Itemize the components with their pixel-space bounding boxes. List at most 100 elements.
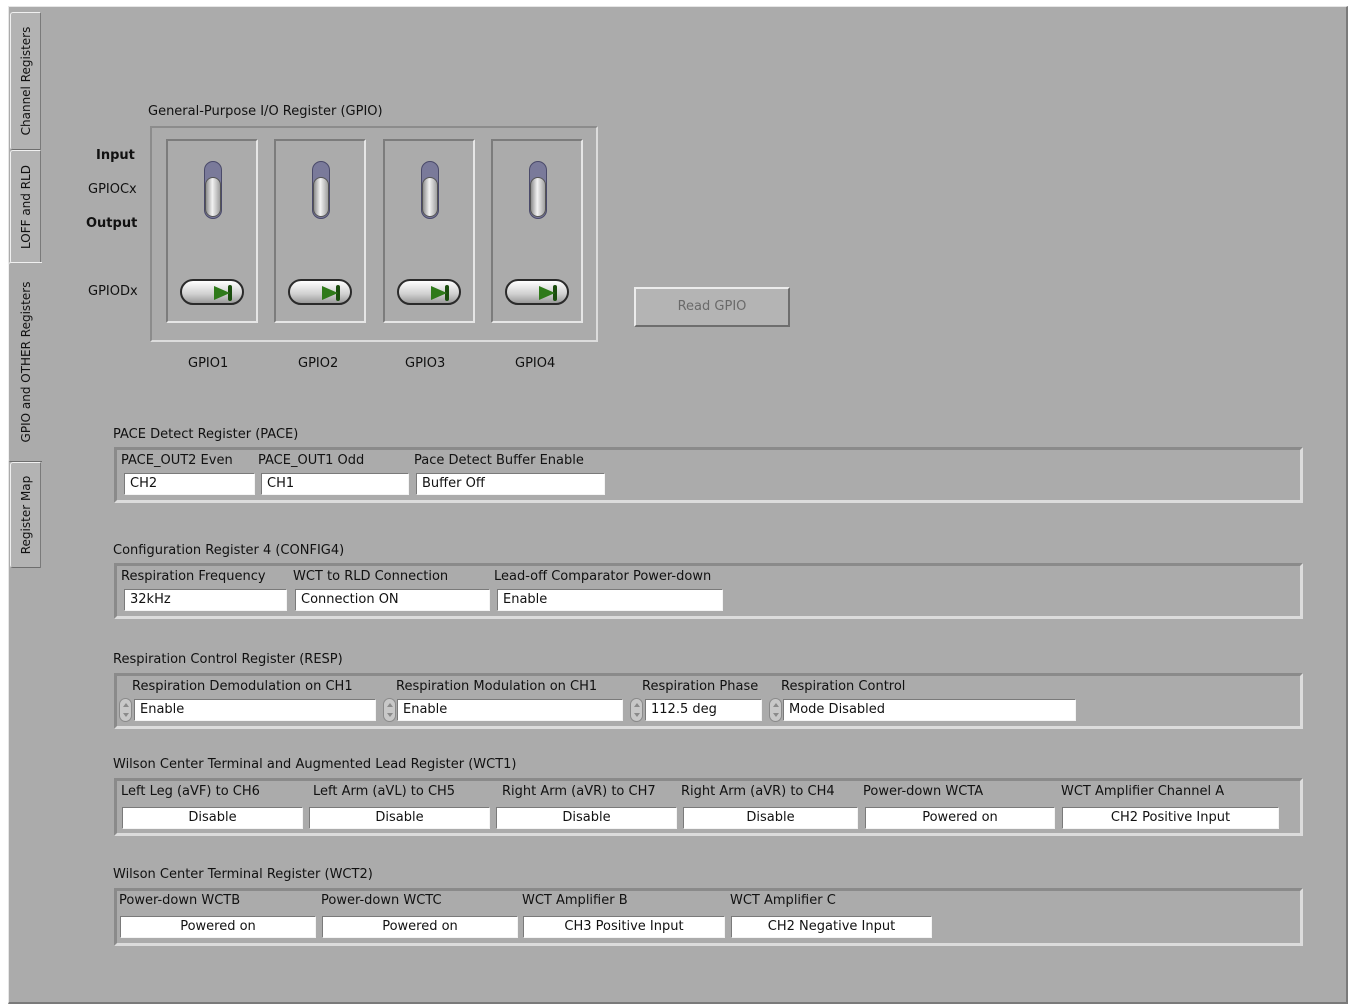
wct-rld-field[interactable]: Connection ON bbox=[295, 589, 490, 611]
resp-mod-value: Enable bbox=[403, 702, 448, 717]
gpio3-label: GPIO3 bbox=[405, 356, 446, 371]
gpiodx-label: GPIODx bbox=[88, 284, 138, 299]
wct-amp-b-value: CH3 Positive Input bbox=[564, 919, 684, 934]
tab-label: GPIO and OTHER Registers bbox=[18, 281, 33, 443]
pace-out1-value: CH1 bbox=[267, 476, 295, 491]
left-arm-ch5-value: Disable bbox=[375, 810, 424, 825]
gpio-section-title: General-Purpose I/O Register (GPIO) bbox=[148, 104, 383, 119]
resp-mod-ring-arrows[interactable] bbox=[383, 698, 396, 722]
right-arm-ch4-value: Disable bbox=[746, 810, 795, 825]
right-arm-ch4-field[interactable]: Disable bbox=[683, 807, 858, 829]
gpio1-cell bbox=[166, 139, 258, 323]
gpiod3-indicator[interactable] bbox=[397, 279, 461, 305]
wct-amp-b-field[interactable]: CH3 Positive Input bbox=[523, 916, 725, 938]
resp-phase-field[interactable]: 112.5 deg bbox=[645, 699, 762, 721]
resp-control-value: Mode Disabled bbox=[789, 702, 886, 717]
wct-amp-a-value: CH2 Positive Input bbox=[1110, 810, 1231, 825]
resp-frequency-value: 32kHz bbox=[130, 592, 171, 607]
wct1-section-title: Wilson Center Terminal and Augmented Lea… bbox=[113, 757, 517, 772]
tab-channel-registers[interactable]: Channel Registers bbox=[10, 12, 41, 150]
gpio2-cell bbox=[274, 139, 366, 323]
gpiod2-indicator[interactable] bbox=[288, 279, 352, 305]
tab-label: Channel Registers bbox=[18, 26, 33, 136]
resp-mod-label: Respiration Modulation on CH1 bbox=[396, 679, 598, 694]
gpiocx-label: GPIOCx bbox=[88, 182, 137, 197]
powerdown-wctb-label: Power-down WCTB bbox=[119, 893, 241, 908]
gpiod1-indicator[interactable] bbox=[180, 279, 244, 305]
pace-out1-label: PACE_OUT1 Odd bbox=[258, 453, 365, 468]
resp-frequency-label: Respiration Frequency bbox=[121, 569, 266, 584]
right-arm-ch7-value: Disable bbox=[562, 810, 611, 825]
wct-amp-c-value: CH2 Negative Input bbox=[767, 919, 896, 934]
gpio1-label: GPIO1 bbox=[188, 356, 229, 371]
right-arm-ch7-field[interactable]: Disable bbox=[496, 807, 677, 829]
gpioc3-toggle-switch[interactable] bbox=[421, 161, 439, 219]
powerdown-wcta-label: Power-down WCTA bbox=[863, 784, 984, 799]
wct-amp-a-label: WCT Amplifier Channel A bbox=[1061, 784, 1225, 799]
powerdown-wctc-label: Power-down WCTC bbox=[321, 893, 442, 908]
pace-out2-value: CH2 bbox=[130, 476, 158, 491]
pace-out2-field[interactable]: CH2 bbox=[124, 473, 255, 495]
pace-buffer-label: Pace Detect Buffer Enable bbox=[414, 453, 584, 468]
wct2-section-title: Wilson Center Terminal Register (WCT2) bbox=[113, 867, 373, 882]
loff-comparator-value: Enable bbox=[503, 592, 548, 607]
loff-comparator-label: Lead-off Comparator Power-down bbox=[494, 569, 712, 584]
wct-amp-c-field[interactable]: CH2 Negative Input bbox=[731, 916, 932, 938]
left-arm-ch5-field[interactable]: Disable bbox=[309, 807, 490, 829]
tab-gpio-and-other-registers[interactable]: GPIO and OTHER Registers bbox=[8, 262, 42, 462]
wct-amp-c-label: WCT Amplifier C bbox=[730, 893, 836, 908]
gpioc2-toggle-switch[interactable] bbox=[312, 161, 330, 219]
gpio2-label: GPIO2 bbox=[298, 356, 339, 371]
resp-demod-value: Enable bbox=[140, 702, 185, 717]
vertical-tab-strip: Channel Registers LOFF and RLD GPIO and … bbox=[8, 6, 42, 1004]
powerdown-wctc-field[interactable]: Powered on bbox=[322, 916, 518, 938]
pace-buffer-field[interactable]: Buffer Off bbox=[416, 473, 605, 495]
left-leg-ch6-label: Left Leg (aVF) to CH6 bbox=[121, 784, 260, 799]
wct-rld-label: WCT to RLD Connection bbox=[293, 569, 449, 584]
resp-phase-label: Respiration Phase bbox=[642, 679, 759, 694]
left-arm-ch5-label: Left Arm (aVL) to CH5 bbox=[313, 784, 456, 799]
wct-amp-a-field[interactable]: CH2 Positive Input bbox=[1062, 807, 1279, 829]
right-arm-ch7-label: Right Arm (aVR) to CH7 bbox=[502, 784, 656, 799]
powerdown-wctc-value: Powered on bbox=[382, 919, 458, 934]
left-leg-ch6-value: Disable bbox=[188, 810, 237, 825]
pace-out1-field[interactable]: CH1 bbox=[261, 473, 409, 495]
gpio-input-label: Input bbox=[96, 148, 135, 163]
gpio-output-label: Output bbox=[86, 216, 138, 231]
resp-phase-ring-arrows[interactable] bbox=[630, 698, 643, 722]
pace-section-title: PACE Detect Register (PACE) bbox=[113, 427, 299, 442]
resp-section-title: Respiration Control Register (RESP) bbox=[113, 652, 343, 667]
resp-demod-field[interactable]: Enable bbox=[134, 699, 376, 721]
config4-section-title: Configuration Register 4 (CONFIG4) bbox=[113, 543, 345, 558]
resp-frequency-field[interactable]: 32kHz bbox=[124, 589, 287, 611]
gpioc4-toggle-switch[interactable] bbox=[529, 161, 547, 219]
loff-comparator-field[interactable]: Enable bbox=[497, 589, 723, 611]
wct-amp-b-label: WCT Amplifier B bbox=[522, 893, 628, 908]
resp-demod-label: Respiration Demodulation on CH1 bbox=[132, 679, 353, 694]
powerdown-wcta-value: Powered on bbox=[922, 810, 998, 825]
powerdown-wcta-field[interactable]: Powered on bbox=[865, 807, 1055, 829]
powerdown-wctb-value: Powered on bbox=[180, 919, 256, 934]
gpiod4-indicator[interactable] bbox=[505, 279, 569, 305]
pace-out2-label: PACE_OUT2 Even bbox=[121, 453, 233, 468]
left-leg-ch6-field[interactable]: Disable bbox=[122, 807, 303, 829]
tab-loff-and-rld[interactable]: LOFF and RLD bbox=[10, 150, 41, 264]
tab-register-map[interactable]: Register Map bbox=[10, 462, 41, 568]
right-arm-ch4-label: Right Arm (aVR) to CH4 bbox=[681, 784, 835, 799]
wct-rld-value: Connection ON bbox=[301, 592, 399, 607]
gpio3-cell bbox=[383, 139, 475, 323]
pace-buffer-value: Buffer Off bbox=[422, 476, 485, 491]
gpio4-label: GPIO4 bbox=[515, 356, 556, 371]
resp-control-label: Respiration Control bbox=[781, 679, 906, 694]
powerdown-wctb-field[interactable]: Powered on bbox=[120, 916, 316, 938]
tab-label: LOFF and RLD bbox=[18, 165, 33, 249]
resp-demod-ring-arrows[interactable] bbox=[119, 698, 132, 722]
resp-phase-value: 112.5 deg bbox=[651, 702, 717, 717]
gpioc1-toggle-switch[interactable] bbox=[204, 161, 222, 219]
gpio4-cell bbox=[491, 139, 583, 323]
read-gpio-button[interactable]: Read GPIO bbox=[634, 287, 790, 327]
tab-label: Register Map bbox=[18, 475, 33, 555]
resp-mod-field[interactable]: Enable bbox=[397, 699, 623, 721]
resp-control-ring-arrows[interactable] bbox=[769, 698, 782, 722]
resp-control-field[interactable]: Mode Disabled bbox=[783, 699, 1076, 721]
